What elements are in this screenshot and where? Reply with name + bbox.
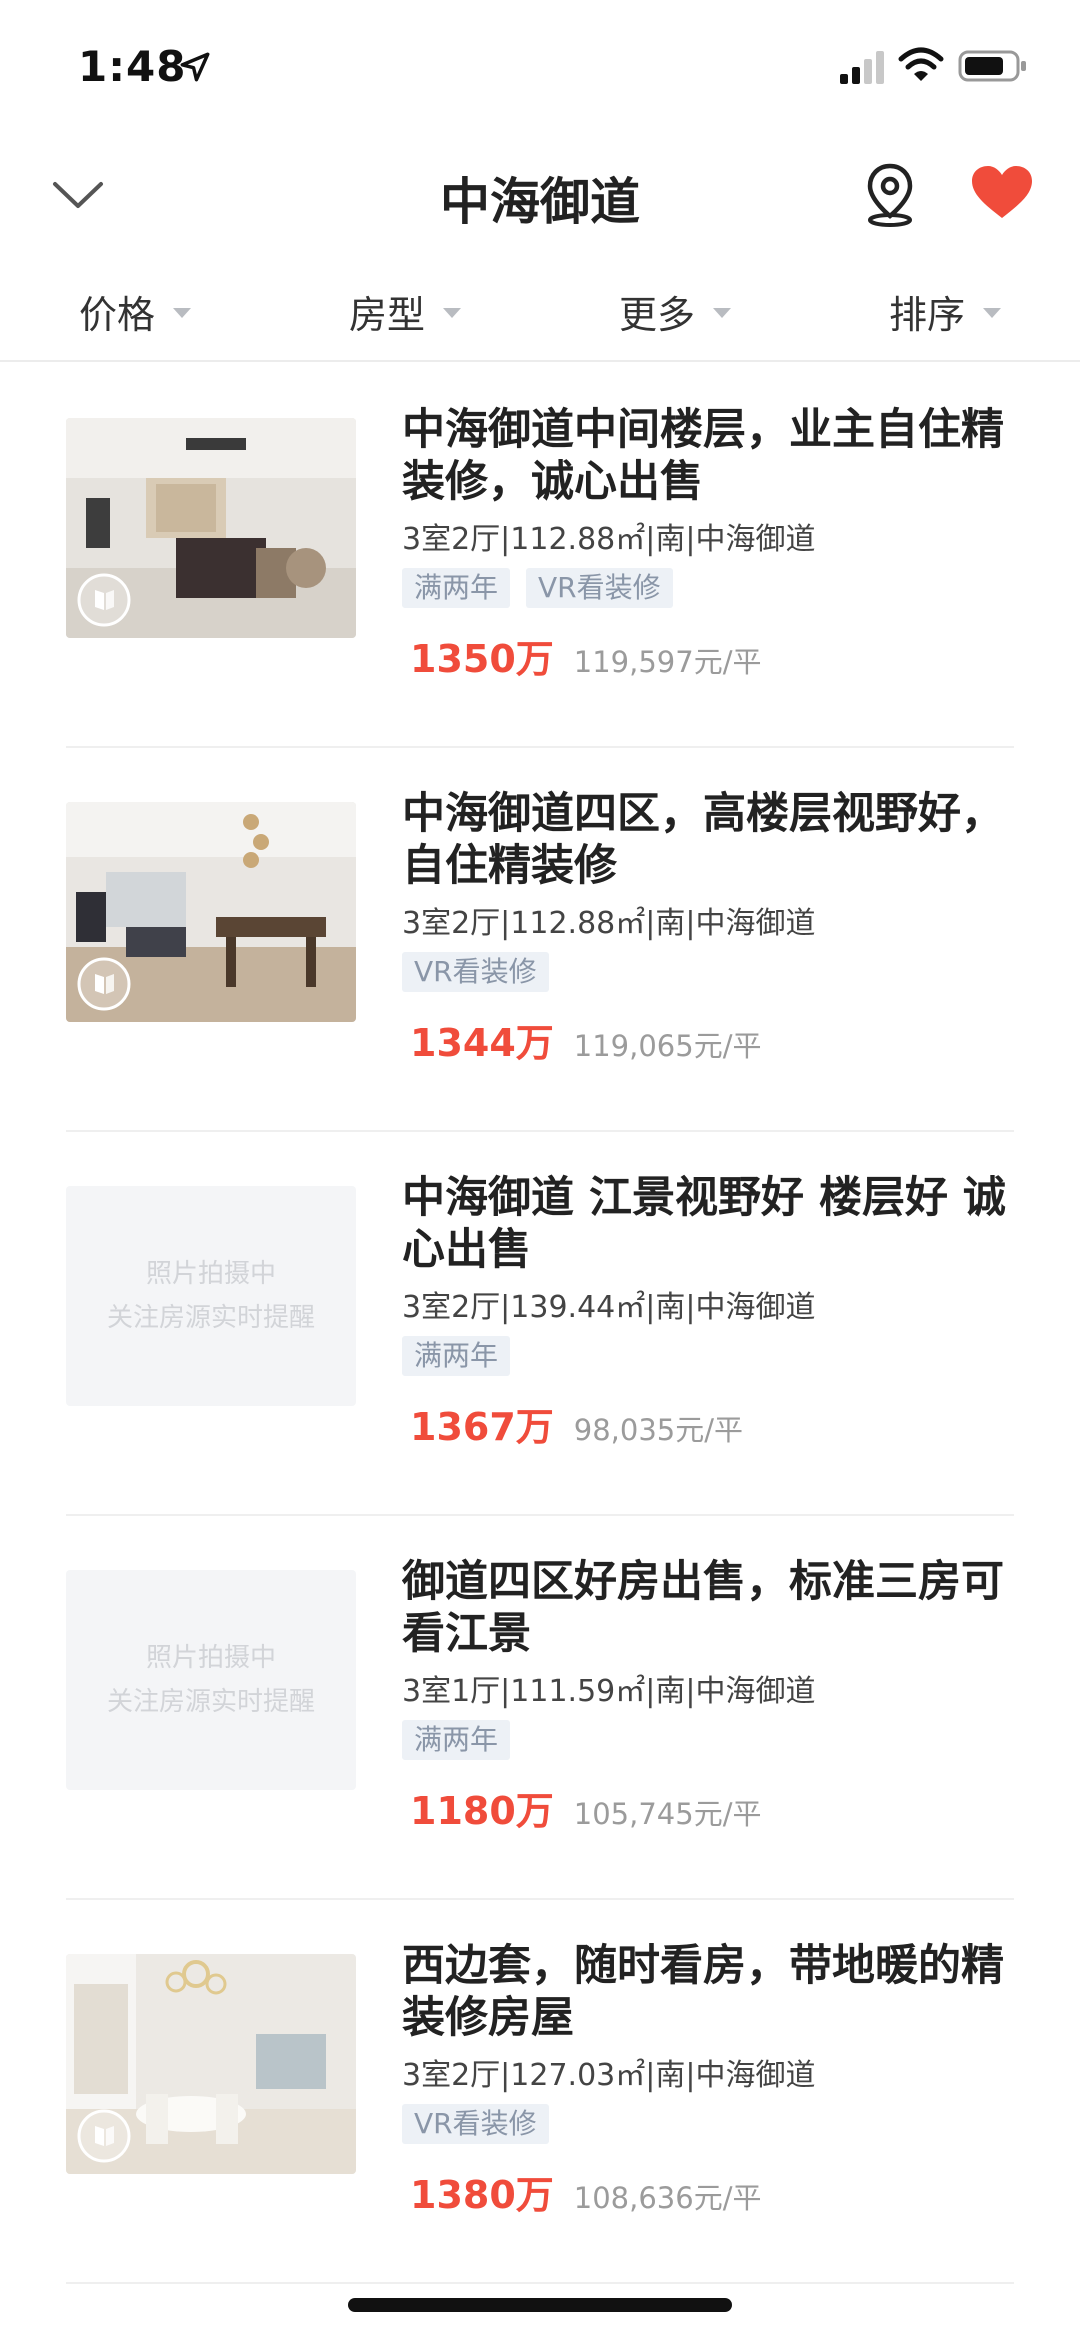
listing-item[interactable]: 照片拍摄中 关注房源实时提醒 中海御道 江景视野好 楼层好 诚心出售 3室2厅|… <box>66 1132 1014 1516</box>
listing-photo[interactable] <box>66 418 356 638</box>
listing-info: 御道四区好房出售，标准三房可看江景 3室1厅|111.59㎡|南|中海御道 满两… <box>402 1556 1022 1835</box>
price-row: 1344万 119,065元/平 <box>402 1012 1022 1067</box>
listing-info: 中海御道 江景视野好 楼层好 诚心出售 3室2厅|139.44㎡|南|中海御道 … <box>402 1172 1022 1451</box>
listing-list: 中海御道中间楼层，业主自住精装修，诚心出售 3室2厅|112.88㎡|南|中海御… <box>0 364 1080 2284</box>
price-row: 1367万 98,035元/平 <box>402 1396 1022 1451</box>
listing-photo[interactable] <box>66 802 356 1022</box>
listing-price: 1380万 <box>410 2173 554 2217</box>
status-time: 1:48 <box>78 42 187 91</box>
vr-icon <box>77 2109 131 2163</box>
listing-meta: 3室2厅|112.88㎡|南|中海御道 <box>402 522 816 557</box>
listing-meta: 3室2厅|139.44㎡|南|中海御道 <box>402 1290 816 1325</box>
price-row: 1180万 105,745元/平 <box>402 1780 1022 1835</box>
listing-price: 1367万 <box>410 1405 554 1449</box>
listing-title: 西边套，随时看房，带地暖的精装修房屋 <box>402 1941 1004 2043</box>
listing-item[interactable]: 中海御道四区，高楼层视野好，自住精装修 3室2厅|112.88㎡|南|中海御道 … <box>66 748 1014 1132</box>
listing-unit-price: 119,065元/平 <box>573 1029 762 1063</box>
filter-bar: 价格 房型 更多 排序 <box>0 262 1080 362</box>
location-arrow-icon <box>180 52 210 82</box>
placeholder-text: 关注房源实时提醒 <box>106 1303 315 1333</box>
battery-icon <box>958 50 1026 82</box>
caret-down-icon <box>713 308 731 318</box>
price-row: 1380万 108,636元/平 <box>402 2164 1022 2219</box>
listing-meta: 3室2厅|127.03㎡|南|中海御道 <box>402 2058 816 2093</box>
listing-info: 中海御道中间楼层，业主自住精装修，诚心出售 3室2厅|112.88㎡|南|中海御… <box>402 404 1022 683</box>
listing-price: 1350万 <box>410 637 554 681</box>
vr-icon <box>77 957 131 1011</box>
listing-title: 中海御道 江景视野好 楼层好 诚心出售 <box>402 1173 1006 1275</box>
home-indicator[interactable] <box>348 2298 732 2312</box>
filter-more[interactable]: 更多 <box>540 262 810 360</box>
vr-icon <box>77 573 131 627</box>
listing-item[interactable]: 中海御道中间楼层，业主自住精装修，诚心出售 3室2厅|112.88㎡|南|中海御… <box>66 364 1014 748</box>
listing-tag: VR看装修 <box>526 568 673 608</box>
placeholder-text: 关注房源实时提醒 <box>106 1687 315 1717</box>
listing-unit-price: 108,636元/平 <box>573 2181 762 2215</box>
listing-item[interactable]: 西边套，随时看房，带地暖的精装修房屋 3室2厅|127.03㎡|南|中海御道 V… <box>66 1900 1014 2284</box>
caret-down-icon <box>173 308 191 318</box>
photo-placeholder: 照片拍摄中 关注房源实时提醒 <box>66 1570 356 1790</box>
listing-meta: 3室2厅|112.88㎡|南|中海御道 <box>402 906 816 941</box>
listing-unit-price: 119,597元/平 <box>573 645 762 679</box>
listing-photo[interactable] <box>66 1954 356 2174</box>
listing-price: 1180万 <box>410 1789 554 1833</box>
placeholder-text: 照片拍摄中 <box>145 1643 276 1673</box>
listing-item[interactable]: 照片拍摄中 关注房源实时提醒 御道四区好房出售，标准三房可看江景 3室1厅|11… <box>66 1516 1014 1900</box>
heart-icon[interactable] <box>970 164 1034 220</box>
placeholder-text: 照片拍摄中 <box>145 1259 276 1289</box>
listing-tag: 满两年 <box>402 1336 511 1376</box>
listing-tag: VR看装修 <box>402 952 549 992</box>
filter-label: 更多 <box>618 292 695 337</box>
listing-unit-price: 105,745元/平 <box>573 1797 762 1831</box>
listing-tags: VR看装修 <box>402 2104 1022 2144</box>
listing-photo-placeholder[interactable]: 照片拍摄中 关注房源实时提醒 <box>66 1186 356 1406</box>
nav-header: 中海御道 <box>0 132 1080 262</box>
listing-tag: 满两年 <box>402 568 511 608</box>
photo-placeholder: 照片拍摄中 关注房源实时提醒 <box>66 1186 356 1406</box>
filter-label: 房型 <box>348 292 425 337</box>
listing-meta: 3室1厅|111.59㎡|南|中海御道 <box>402 1674 816 1709</box>
status-bar: 1:48 <box>0 0 1080 132</box>
listing-photo-placeholder[interactable]: 照片拍摄中 关注房源实时提醒 <box>66 1570 356 1790</box>
listing-info: 中海御道四区，高楼层视野好，自住精装修 3室2厅|112.88㎡|南|中海御道 … <box>402 788 1022 1067</box>
price-row: 1350万 119,597元/平 <box>402 628 1022 683</box>
listing-title: 御道四区好房出售，标准三房可看江景 <box>402 1557 1004 1659</box>
filter-label: 排序 <box>888 292 965 337</box>
map-pin-icon[interactable] <box>862 160 918 230</box>
cellular-signal-icon <box>840 51 884 84</box>
listing-tags: 满两年 <box>402 1336 1022 1376</box>
caret-down-icon <box>443 308 461 318</box>
listing-tags: 满两年 VR看装修 <box>402 568 1022 608</box>
listing-title: 中海御道中间楼层，业主自住精装修，诚心出售 <box>402 405 1004 507</box>
listing-unit-price: 98,035元/平 <box>573 1413 744 1447</box>
listing-tags: 满两年 <box>402 1720 1022 1760</box>
page-title: 中海御道 <box>440 173 640 231</box>
listing-tag: VR看装修 <box>402 2104 549 2144</box>
listing-price: 1344万 <box>410 1021 554 1065</box>
filter-layout[interactable]: 房型 <box>270 262 540 360</box>
listing-tags: VR看装修 <box>402 952 1022 992</box>
filter-price[interactable]: 价格 <box>0 262 270 360</box>
listing-info: 西边套，随时看房，带地暖的精装修房屋 3室2厅|127.03㎡|南|中海御道 V… <box>402 1940 1022 2219</box>
filter-label: 价格 <box>78 292 155 337</box>
filter-sort[interactable]: 排序 <box>810 262 1080 360</box>
listing-title: 中海御道四区，高楼层视野好，自住精装修 <box>402 789 1004 891</box>
listing-tag: 满两年 <box>402 1720 511 1760</box>
caret-down-icon <box>983 308 1001 318</box>
wifi-icon <box>898 47 944 81</box>
